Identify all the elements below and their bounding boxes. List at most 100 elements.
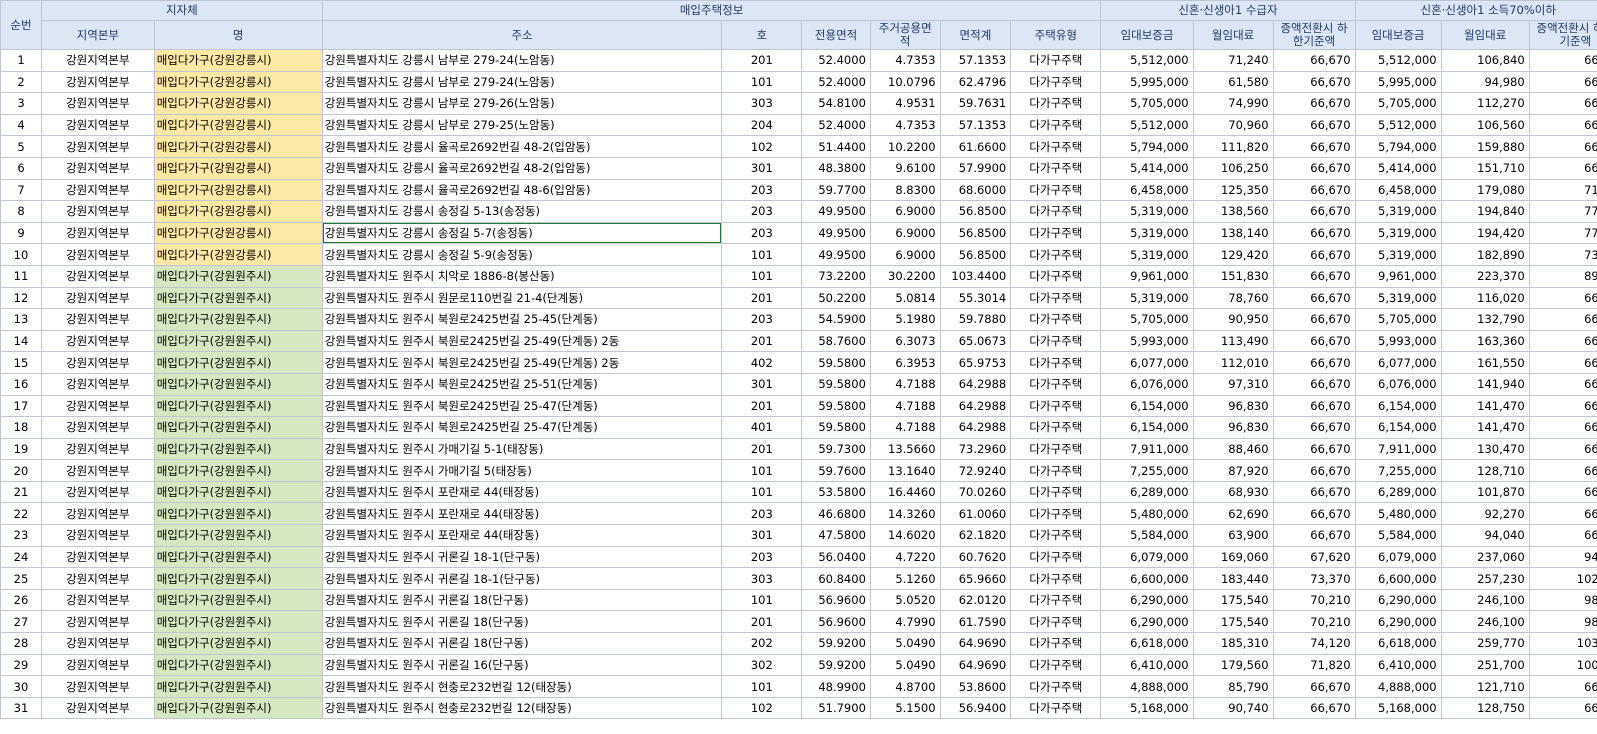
- header-group-maeip[interactable]: 매입주택정보: [321, 0, 1102, 21]
- cell-region[interactable]: 강원지역본부: [40, 70, 155, 94]
- cell-seq[interactable]: 29: [0, 653, 42, 677]
- cell-name[interactable]: 매입다가구(강원강릉시): [153, 178, 323, 202]
- cell-address[interactable]: 강원특별자치도 원주시 귀론길 18(단구동): [321, 610, 723, 634]
- cell-housing-type[interactable]: 다가구주택: [1010, 221, 1102, 245]
- cell-rent-1[interactable]: 68,930: [1192, 480, 1274, 504]
- cell-exclusive-area[interactable]: 56.9600: [801, 588, 871, 612]
- cell-rent-2[interactable]: 132,790: [1440, 308, 1530, 331]
- cell-region[interactable]: 강원지역본부: [40, 653, 155, 677]
- cell-exclusive-area[interactable]: 59.5800: [801, 372, 871, 396]
- cell-housing-type[interactable]: 다가구주택: [1010, 351, 1102, 374]
- cell-deposit-2[interactable]: 5,705,000: [1354, 92, 1442, 115]
- cell-rent-2[interactable]: 194,420: [1440, 221, 1530, 245]
- cell-name[interactable]: 매입다가구(강원원주시): [153, 480, 323, 504]
- cell-deposit-1[interactable]: 5,480,000: [1100, 502, 1194, 526]
- cell-seq[interactable]: 15: [0, 351, 42, 374]
- cell-conversion-1[interactable]: 66,670: [1272, 135, 1356, 158]
- cell-address[interactable]: 강원특별자치도 원주시 포란재로 44(태장동): [321, 480, 723, 504]
- cell-conversion-1[interactable]: 66,670: [1272, 502, 1356, 526]
- cell-housing-type[interactable]: 다가구주택: [1010, 632, 1102, 655]
- cell-total-area[interactable]: 65.0673: [939, 329, 1012, 353]
- cell-seq[interactable]: 3: [0, 92, 42, 115]
- cell-rent-1[interactable]: 112,010: [1192, 351, 1274, 374]
- cell-exclusive-area[interactable]: 49.9500: [801, 200, 871, 223]
- cell-deposit-2[interactable]: 6,290,000: [1354, 588, 1442, 612]
- cell-seq[interactable]: 17: [0, 394, 42, 418]
- cell-seq[interactable]: 19: [0, 437, 42, 461]
- cell-conversion-2[interactable]: 66,67: [1528, 437, 1597, 461]
- cell-housing-type[interactable]: 다가구주택: [1010, 49, 1102, 72]
- cell-deposit-1[interactable]: 6,079,000: [1100, 545, 1194, 569]
- header-deposit-2[interactable]: 임대보증금: [1354, 20, 1442, 50]
- cell-rent-1[interactable]: 70,960: [1192, 113, 1274, 137]
- cell-ho[interactable]: 101: [721, 70, 803, 94]
- cell-common-area[interactable]: 16.4460: [869, 480, 941, 504]
- cell-total-area[interactable]: 57.1353: [939, 49, 1012, 72]
- cell-rent-2[interactable]: 161,550: [1440, 351, 1530, 374]
- cell-address[interactable]: 강원특별자치도 원주시 북원로2425번길 25-51(단계동): [321, 372, 723, 396]
- cell-address[interactable]: 강원특별자치도 원주시 북원로2425번길 25-47(단계동): [321, 416, 723, 439]
- cell-conversion-2[interactable]: 66,67: [1528, 394, 1597, 418]
- cell-region[interactable]: 강원지역본부: [40, 502, 155, 526]
- cell-ho[interactable]: 203: [721, 545, 803, 569]
- cell-exclusive-area[interactable]: 59.7600: [801, 459, 871, 482]
- cell-seq[interactable]: 30: [0, 675, 42, 698]
- cell-deposit-2[interactable]: 5,584,000: [1354, 524, 1442, 547]
- cell-housing-type[interactable]: 다가구주택: [1010, 243, 1102, 266]
- cell-total-area[interactable]: 53.8600: [939, 675, 1012, 698]
- cell-rent-1[interactable]: 106,250: [1192, 156, 1274, 180]
- cell-rent-1[interactable]: 129,420: [1192, 243, 1274, 266]
- cell-exclusive-area[interactable]: 46.6800: [801, 502, 871, 526]
- cell-deposit-2[interactable]: 9,961,000: [1354, 264, 1442, 288]
- cell-seq[interactable]: 4: [0, 113, 42, 137]
- cell-exclusive-area[interactable]: 49.9500: [801, 243, 871, 266]
- cell-exclusive-area[interactable]: 49.9500: [801, 221, 871, 245]
- header-common-area[interactable]: 주거공용면적: [869, 20, 941, 50]
- cell-conversion-1[interactable]: 74,120: [1272, 632, 1356, 655]
- cell-deposit-2[interactable]: 5,319,000: [1354, 243, 1442, 266]
- cell-ho[interactable]: 201: [721, 610, 803, 634]
- cell-address[interactable]: 강원특별자치도 강릉시 송정길 5-7(송정동): [321, 221, 723, 245]
- cell-rent-1[interactable]: 125,350: [1192, 178, 1274, 202]
- cell-common-area[interactable]: 5.0490: [869, 653, 941, 677]
- cell-conversion-1[interactable]: 66,670: [1272, 70, 1356, 94]
- cell-exclusive-area[interactable]: 56.0400: [801, 545, 871, 569]
- cell-region[interactable]: 강원지역본부: [40, 113, 155, 137]
- cell-region[interactable]: 강원지역본부: [40, 308, 155, 331]
- cell-total-area[interactable]: 56.8500: [939, 243, 1012, 266]
- cell-ho[interactable]: 402: [721, 351, 803, 374]
- cell-deposit-1[interactable]: 6,600,000: [1100, 567, 1194, 590]
- cell-total-area[interactable]: 73.2960: [939, 437, 1012, 461]
- cell-common-area[interactable]: 14.6020: [869, 524, 941, 547]
- cell-rent-2[interactable]: 163,360: [1440, 329, 1530, 353]
- cell-deposit-2[interactable]: 4,888,000: [1354, 675, 1442, 698]
- cell-total-area[interactable]: 55.3014: [939, 286, 1012, 310]
- cell-conversion-1[interactable]: 70,210: [1272, 610, 1356, 634]
- cell-ho[interactable]: 303: [721, 92, 803, 115]
- cell-conversion-2[interactable]: 66,67: [1528, 113, 1597, 137]
- cell-ho[interactable]: 201: [721, 286, 803, 310]
- cell-conversion-2[interactable]: 66,67: [1528, 286, 1597, 310]
- cell-conversion-2[interactable]: 66,67: [1528, 329, 1597, 353]
- cell-common-area[interactable]: 6.9000: [869, 243, 941, 266]
- cell-seq[interactable]: 9: [0, 221, 42, 245]
- cell-deposit-1[interactable]: 6,154,000: [1100, 416, 1194, 439]
- cell-rent-1[interactable]: 138,560: [1192, 200, 1274, 223]
- header-group-jijache[interactable]: 지자체: [40, 0, 323, 21]
- cell-seq[interactable]: 8: [0, 200, 42, 223]
- cell-ho[interactable]: 101: [721, 675, 803, 698]
- cell-rent-2[interactable]: 179,080: [1440, 178, 1530, 202]
- cell-deposit-1[interactable]: 6,154,000: [1100, 394, 1194, 418]
- cell-common-area[interactable]: 30.2200: [869, 264, 941, 288]
- cell-conversion-1[interactable]: 73,370: [1272, 567, 1356, 590]
- cell-address[interactable]: 강원특별자치도 강릉시 남부로 279-25(노암동): [321, 113, 723, 137]
- header-conversion-1[interactable]: 증액전환시 하한기준액: [1272, 20, 1356, 50]
- cell-housing-type[interactable]: 다가구주택: [1010, 545, 1102, 569]
- cell-region[interactable]: 강원지역본부: [40, 437, 155, 461]
- cell-conversion-1[interactable]: 66,670: [1272, 243, 1356, 266]
- cell-deposit-1[interactable]: 5,414,000: [1100, 156, 1194, 180]
- cell-seq[interactable]: 1: [0, 49, 42, 72]
- cell-address[interactable]: 강원특별자치도 원주시 귀론길 18(단구동): [321, 588, 723, 612]
- cell-conversion-1[interactable]: 66,670: [1272, 351, 1356, 374]
- cell-conversion-2[interactable]: 66,67: [1528, 351, 1597, 374]
